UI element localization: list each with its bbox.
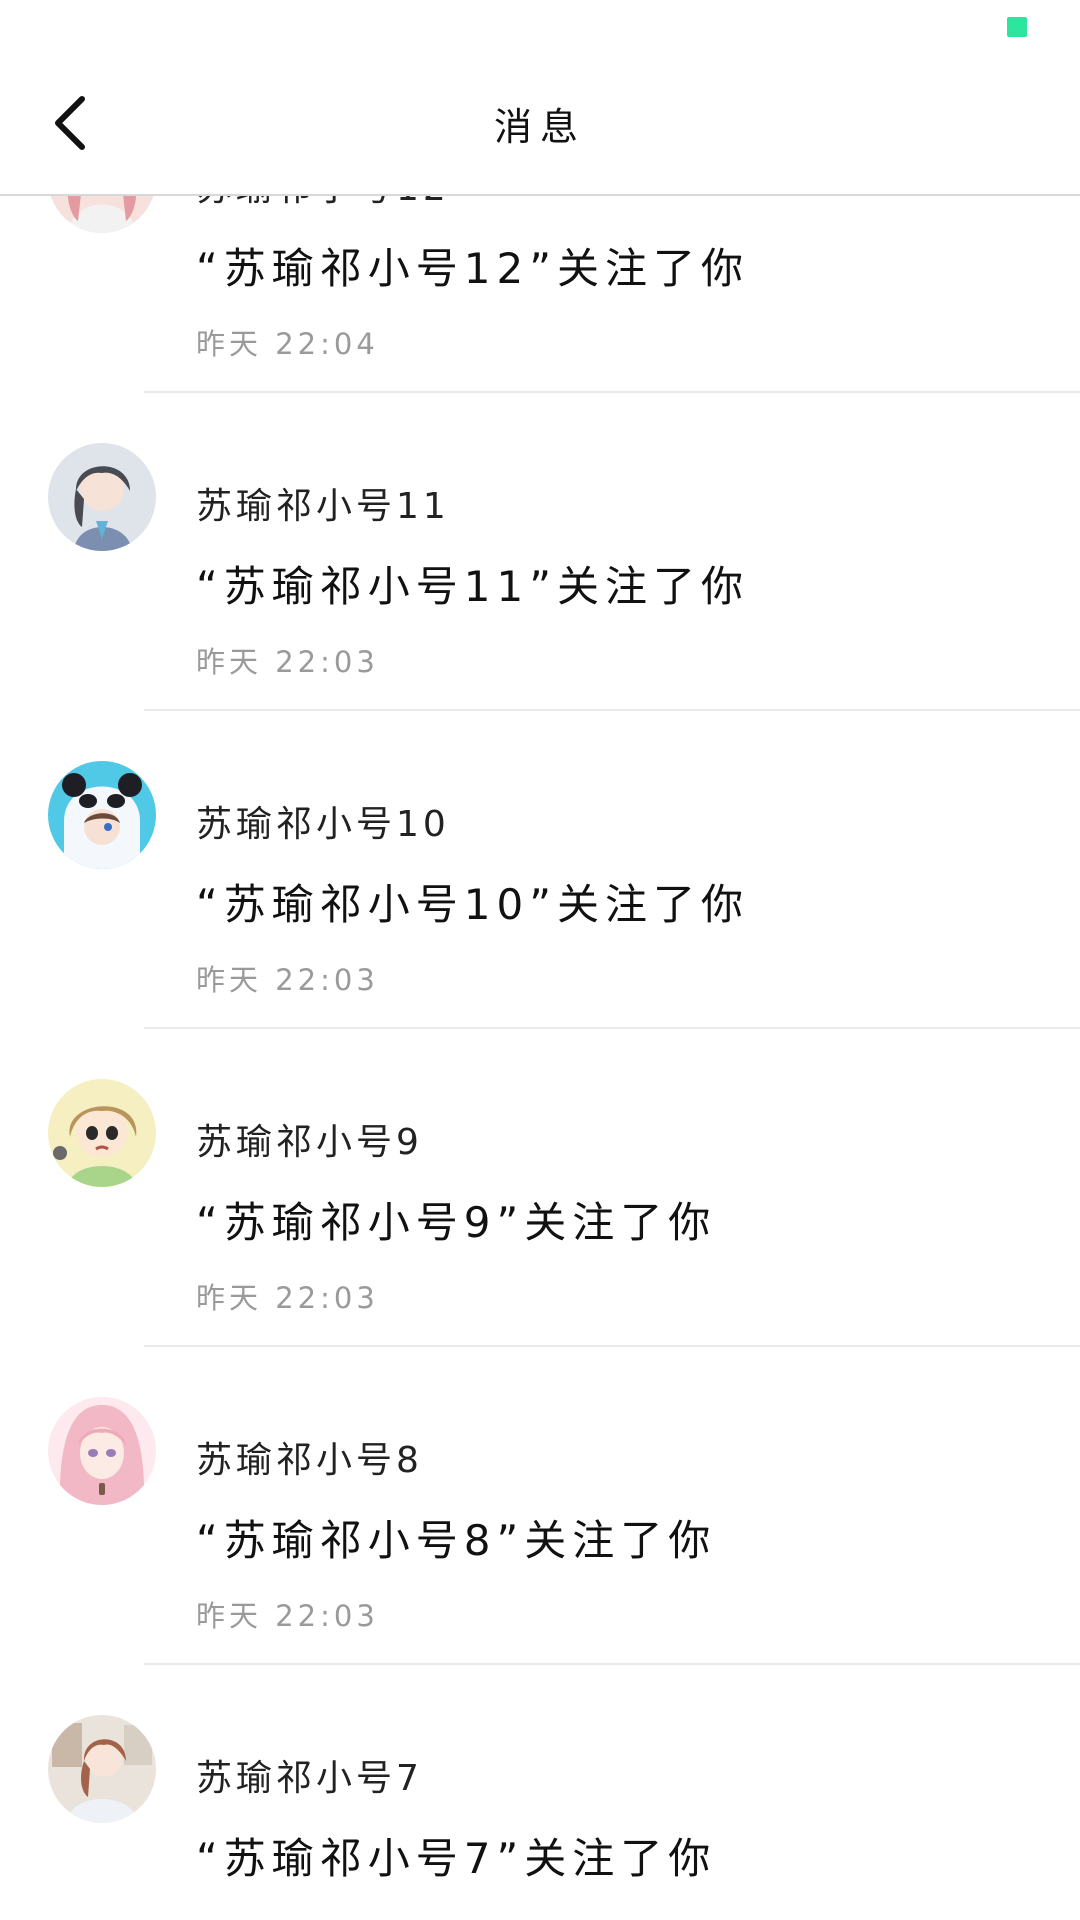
- avatar[interactable]: [48, 1715, 156, 1823]
- notification-item[interactable]: 苏瑜祁小号12 “苏瑜祁小号12”关注了你 昨天 22:04: [0, 196, 1080, 393]
- status-bar: [0, 0, 1080, 60]
- notification-message: “苏瑜祁小号8”关注了你: [196, 1516, 717, 1565]
- notification-message: “苏瑜祁小号11”关注了你: [196, 562, 749, 611]
- notification-list[interactable]: 苏瑜祁小号12 “苏瑜祁小号12”关注了你 昨天 22:04 苏瑜祁小号11 “…: [0, 196, 1080, 1920]
- page-title: 消息: [493, 105, 586, 149]
- avatar[interactable]: [48, 443, 156, 551]
- username[interactable]: 苏瑜祁小号7: [196, 1749, 423, 1801]
- notification-item[interactable]: 苏瑜祁小号7 “苏瑜祁小号7”关注了你: [0, 1665, 1080, 1920]
- notification-item[interactable]: 苏瑜祁小号8 “苏瑜祁小号8”关注了你 昨天 22:03: [0, 1347, 1080, 1665]
- avatar[interactable]: [48, 1397, 156, 1505]
- status-indicator-icon: [1007, 17, 1027, 37]
- timestamp: 昨天 22:03: [196, 1599, 379, 1633]
- avatar[interactable]: [48, 196, 156, 233]
- avatar[interactable]: [48, 1079, 156, 1187]
- header: 消息: [0, 60, 1080, 196]
- notification-message: “苏瑜祁小号9”关注了你: [196, 1198, 717, 1247]
- timestamp: 昨天 22:04: [196, 327, 379, 361]
- notification-message: “苏瑜祁小号12”关注了你: [196, 244, 749, 293]
- timestamp: 昨天 22:03: [196, 645, 379, 679]
- notification-item[interactable]: 苏瑜祁小号9 “苏瑜祁小号9”关注了你 昨天 22:03: [0, 1029, 1080, 1347]
- username[interactable]: 苏瑜祁小号11: [196, 477, 450, 529]
- notification-item[interactable]: 苏瑜祁小号11 “苏瑜祁小号11”关注了你 昨天 22:03: [0, 393, 1080, 711]
- notification-message: “苏瑜祁小号7”关注了你: [196, 1834, 717, 1883]
- avatar[interactable]: [48, 761, 156, 869]
- timestamp: 昨天 22:03: [196, 1281, 379, 1315]
- timestamp: 昨天 22:03: [196, 963, 379, 997]
- username[interactable]: 苏瑜祁小号8: [196, 1431, 423, 1483]
- notification-message: “苏瑜祁小号10”关注了你: [196, 880, 749, 929]
- username[interactable]: 苏瑜祁小号12: [196, 196, 450, 211]
- username[interactable]: 苏瑜祁小号9: [196, 1113, 423, 1165]
- notification-item[interactable]: 苏瑜祁小号10 “苏瑜祁小号10”关注了你 昨天 22:03: [0, 711, 1080, 1029]
- username[interactable]: 苏瑜祁小号10: [196, 795, 450, 847]
